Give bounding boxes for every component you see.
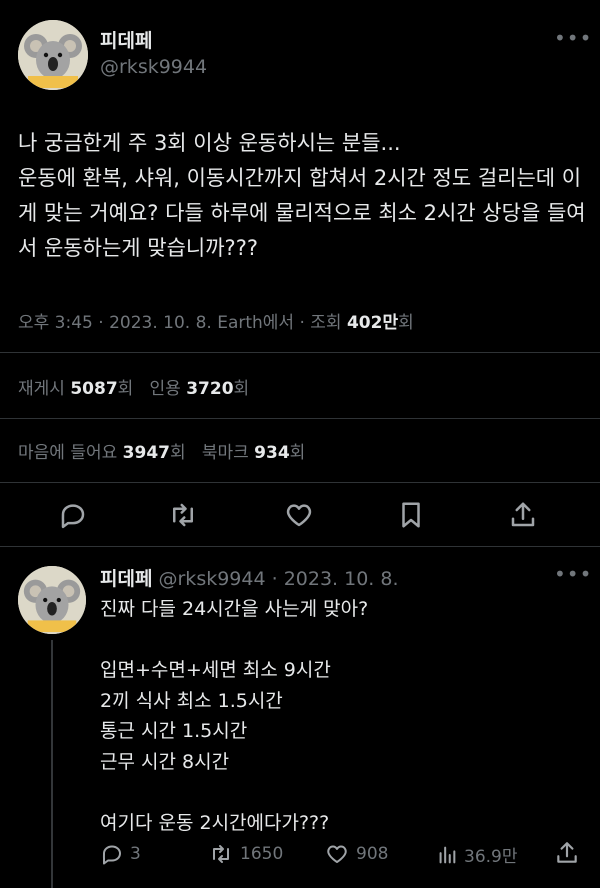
reply-likes-count: 908 <box>356 844 389 864</box>
share-button[interactable] <box>508 500 538 530</box>
quotes-count: 3720 <box>186 379 234 399</box>
reply-views-count: 36.9만 <box>464 847 518 867</box>
reply-button[interactable] <box>58 500 88 530</box>
views-chart-icon <box>439 846 456 863</box>
reply-replies-count: 3 <box>130 844 141 864</box>
reply-share-button[interactable] <box>554 840 580 866</box>
bookmark-icon <box>402 502 420 528</box>
more-horizontal-icon[interactable]: ••• <box>554 26 592 50</box>
share-icon <box>557 842 577 863</box>
thread-line <box>51 640 53 888</box>
like-button[interactable] <box>284 500 314 530</box>
reply-reply-button[interactable]: 3 <box>100 842 141 866</box>
retweets-label: 재게시 <box>18 379 71 399</box>
like-bookmark-stats: 마음에 들어요 3947회 북마크 934회 <box>18 438 305 463</box>
retweet-quote-stats: 재게시 5087회 인용 3720회 <box>18 374 249 399</box>
reply-author-avatar[interactable] <box>18 566 86 634</box>
bookmarks-label: 북마크 <box>201 443 255 463</box>
reply-display-name[interactable]: 피데페 <box>100 568 152 590</box>
likes-stat[interactable]: 마음에 들어요 3947회 <box>18 443 186 463</box>
author-handle[interactable]: @rksk9944 <box>100 56 207 78</box>
retweets-suffix: 회 <box>117 379 134 399</box>
quotes-stat[interactable]: 인용 3720회 <box>150 379 250 399</box>
retweet-button[interactable] <box>168 500 198 530</box>
bookmark-button[interactable] <box>396 500 426 530</box>
reply-more-horizontal-icon[interactable]: ••• <box>554 562 592 586</box>
retweet-icon <box>213 845 229 863</box>
tweet-timestamp-source: 오후 3:45 · 2023. 10. 8. Earth에서 · 조회 <box>18 313 347 333</box>
author-display-name[interactable]: 피데페 <box>100 26 152 53</box>
tweet-text: 나 궁금한게 주 3회 이상 운동하시는 분들... 운동에 환복, 샤워, 이… <box>18 131 586 260</box>
reply-retweets-count: 1650 <box>240 844 284 864</box>
divider <box>0 546 600 547</box>
reply-views-button[interactable]: 36.9만 <box>436 842 518 867</box>
likes-label: 마음에 들어요 <box>18 443 123 463</box>
views-count: 402만 <box>346 313 399 333</box>
divider <box>0 482 600 483</box>
quotes-label: 인용 <box>149 379 187 399</box>
reply-like-button[interactable]: 908 <box>324 842 388 866</box>
reply-icon <box>61 504 85 529</box>
share-icon <box>511 502 535 527</box>
heart-icon <box>286 504 312 527</box>
tweet-meta: 오후 3:45 · 2023. 10. 8. Earth에서 · 조회 402만… <box>18 308 414 333</box>
reply-header: 피데페 @rksk9944 · 2023. 10. 8. <box>100 564 399 591</box>
koala-avatar-icon <box>18 566 86 634</box>
bookmarks-stat[interactable]: 북마크 934회 <box>202 443 305 463</box>
reply-icon <box>102 845 121 865</box>
retweets-count: 5087 <box>70 379 118 399</box>
likes-suffix: 회 <box>169 443 186 463</box>
bookmarks-suffix: 회 <box>289 443 306 463</box>
heart-icon <box>327 845 347 863</box>
reply-handle-date[interactable]: @rksk9944 · 2023. 10. 8. <box>159 568 399 590</box>
divider <box>0 352 600 353</box>
likes-count: 3947 <box>122 443 170 463</box>
author-avatar[interactable] <box>18 20 88 90</box>
divider <box>0 418 600 419</box>
views-suffix: 회 <box>398 313 414 333</box>
reply-text: 진짜 다들 24시간을 사는게 맞아? 입면+수면+세면 최소 9시간 2끼 식… <box>100 598 369 834</box>
quotes-suffix: 회 <box>233 379 250 399</box>
reply-retweet-button[interactable]: 1650 <box>208 842 283 866</box>
bookmarks-count: 934 <box>254 443 290 463</box>
koala-avatar-icon <box>18 20 88 90</box>
retweets-stat[interactable]: 재게시 5087회 <box>18 379 133 399</box>
retweet-icon <box>173 503 193 527</box>
